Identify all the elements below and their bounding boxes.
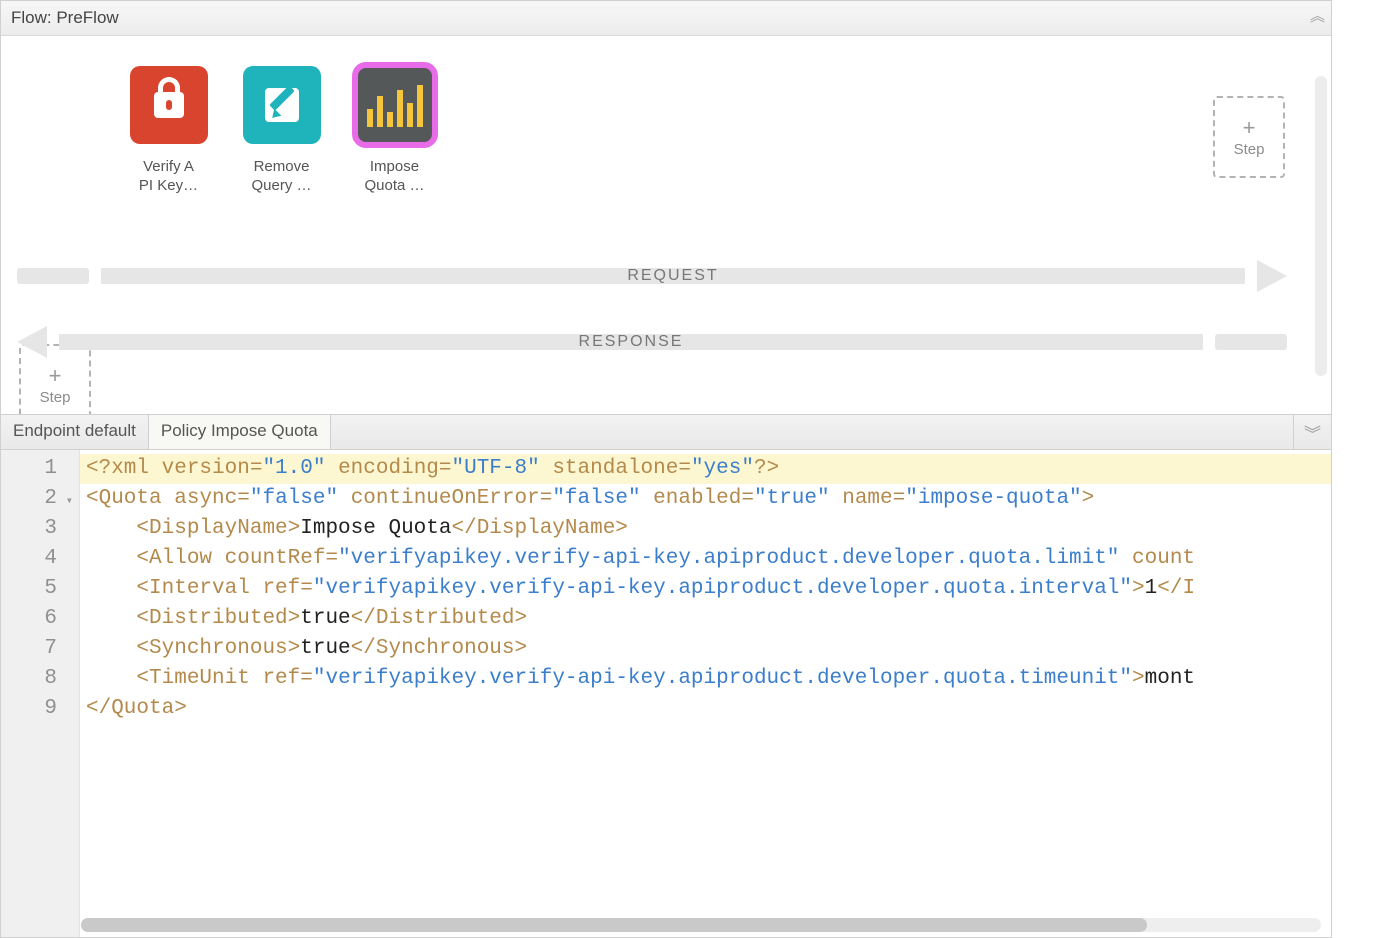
flow-vertical-scrollbar[interactable]: [1315, 76, 1327, 376]
line-number: 5: [1, 574, 79, 604]
tab-policy-impose-quota[interactable]: Policy Impose Quota: [149, 415, 331, 449]
line-number-gutter: 123456789: [1, 450, 80, 938]
add-step-label: Step: [1234, 141, 1265, 158]
request-lane: REQUEST: [17, 260, 1287, 292]
response-lane: RESPONSE: [17, 326, 1287, 358]
code-line[interactable]: <TimeUnit ref="verifyapikey.verify-api-k…: [80, 664, 1331, 694]
policy-label: Impose: [347, 158, 442, 177]
line-number: 3: [1, 514, 79, 544]
collapse-flow-icon[interactable]: ︽: [1310, 5, 1325, 26]
policy-label: Remove: [234, 158, 329, 177]
code-line[interactable]: <Interval ref="verifyapikey.verify-api-k…: [80, 574, 1331, 604]
policy-label: PI Key…: [121, 177, 216, 196]
request-label: REQUEST: [627, 267, 718, 285]
pencil-icon: [243, 66, 321, 144]
plus-icon: +: [1243, 117, 1256, 139]
code-horizontal-scrollbar[interactable]: [81, 918, 1321, 932]
code-line[interactable]: <Distributed>true</Distributed>: [80, 604, 1331, 634]
response-label: RESPONSE: [579, 333, 684, 351]
code-line[interactable]: <DisplayName>Impose Quota</DisplayName>: [80, 514, 1331, 544]
line-number: 1: [1, 454, 79, 484]
code-line[interactable]: </Quota>: [80, 694, 1331, 724]
line-number: 9: [1, 694, 79, 724]
policy-row: Verify A PI Key… Remove Query …: [1, 36, 1331, 196]
expand-editor-icon[interactable]: ︾: [1293, 415, 1331, 449]
arrow-right-icon: [1257, 260, 1287, 292]
line-number: 7: [1, 634, 79, 664]
line-number: 2: [1, 484, 79, 514]
editor-window: Flow: PreFlow ︽ Verify A PI Key… Remove …: [0, 0, 1332, 938]
add-step-request-button[interactable]: + Step: [1213, 96, 1285, 178]
bar-chart-icon: [356, 66, 434, 144]
policy-label: Verify A: [121, 158, 216, 177]
code-line[interactable]: <Quota async="false" continueOnError="fa…: [80, 484, 1331, 514]
code-line[interactable]: <Synchronous>true</Synchronous>: [80, 634, 1331, 664]
plus-icon: +: [49, 365, 62, 387]
flow-canvas: Verify A PI Key… Remove Query …: [1, 36, 1331, 414]
flow-header: Flow: PreFlow ︽: [1, 1, 1331, 36]
tab-endpoint-default[interactable]: Endpoint default: [1, 415, 149, 449]
line-number: 8: [1, 664, 79, 694]
policy-label: Query …: [234, 177, 329, 196]
code-line[interactable]: <?xml version="1.0" encoding="UTF-8" sta…: [80, 454, 1331, 484]
code-editor[interactable]: 123456789 <?xml version="1.0" encoding="…: [1, 450, 1331, 938]
arrow-left-icon: [17, 326, 47, 358]
code-area[interactable]: <?xml version="1.0" encoding="UTF-8" sta…: [80, 450, 1331, 938]
lock-icon: [130, 66, 208, 144]
policy-remove-query[interactable]: Remove Query …: [234, 66, 329, 196]
line-number: 4: [1, 544, 79, 574]
policy-impose-quota[interactable]: Impose Quota …: [347, 66, 442, 196]
line-number: 6: [1, 604, 79, 634]
code-line[interactable]: <Allow countRef="verifyapikey.verify-api…: [80, 544, 1331, 574]
add-step-label: Step: [40, 389, 71, 406]
scrollbar-thumb[interactable]: [81, 918, 1147, 932]
flow-title: Flow: PreFlow: [11, 8, 119, 28]
policy-label: Quota …: [347, 177, 442, 196]
policy-verify-api-key[interactable]: Verify A PI Key…: [121, 66, 216, 196]
editor-tabs: Endpoint default Policy Impose Quota ︾: [1, 414, 1331, 450]
